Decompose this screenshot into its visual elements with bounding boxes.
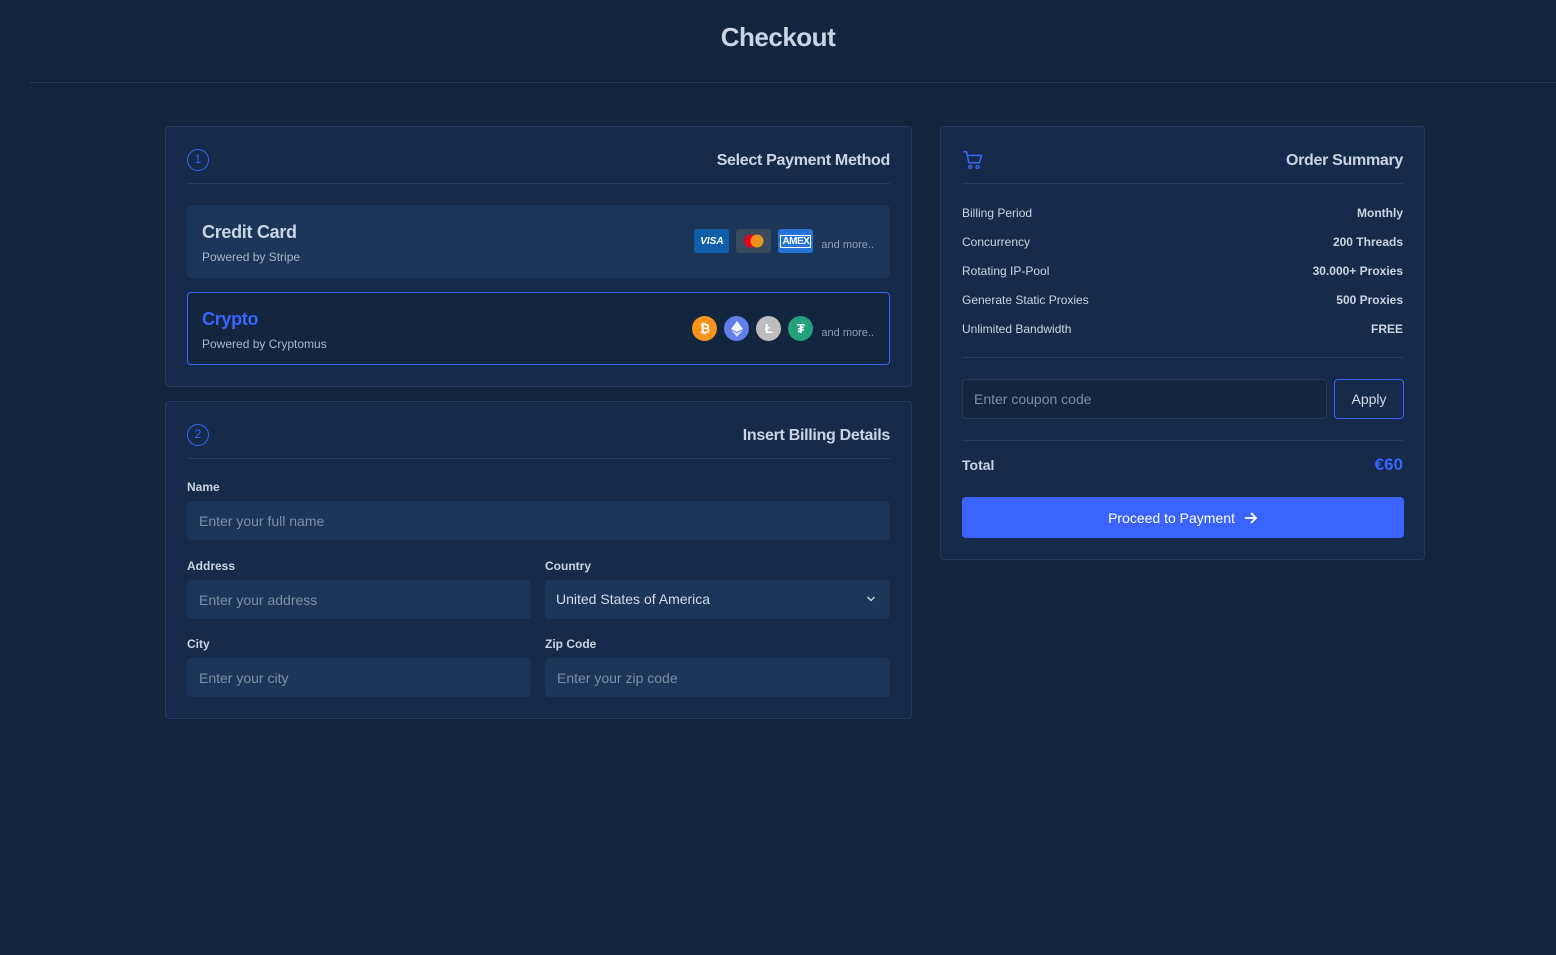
summary-value: FREE (1370, 322, 1403, 336)
zip-label: Zip Code (545, 637, 597, 651)
credit-card-title: Credit Card (202, 222, 297, 242)
credit-card-more: and more.. (821, 239, 874, 251)
proceed-to-payment-button[interactable]: Proceed to Payment (962, 497, 1404, 538)
order-summary-card: Order Summary Billing Period Monthly Con… (940, 126, 1425, 560)
summary-value: 30.000+ Proxies (1312, 264, 1403, 278)
summary-row: Unlimited Bandwidth FREE (962, 322, 1403, 338)
summary-value: Monthly (1357, 206, 1403, 220)
country-label: Country (545, 559, 591, 573)
visa-text: VISA (700, 235, 724, 247)
payment-option-crypto[interactable]: Crypto Powered by Cryptomus ₿ Ł ₮ and mo… (187, 292, 890, 365)
summary-divider (962, 440, 1403, 441)
summary-row: Rotating IP-Pool 30.000+ Proxies (962, 264, 1403, 280)
page-title: Checkout (720, 22, 836, 52)
name-input[interactable] (187, 501, 890, 540)
cart-icon (963, 150, 983, 170)
credit-card-logos: VISA AMEX and more.. (694, 229, 874, 253)
arrow-right-icon (1244, 512, 1257, 523)
payment-option-credit-card[interactable]: Credit Card Powered by Stripe VISA AMEX … (187, 205, 890, 278)
order-summary-title: Order Summary (1285, 152, 1403, 169)
summary-value: 500 Proxies (1336, 293, 1403, 307)
city-input[interactable] (187, 658, 531, 697)
step-two-icon: 2 (187, 424, 209, 446)
total-label: Total (962, 457, 995, 473)
name-label: Name (187, 480, 220, 494)
ethereum-icon (724, 316, 750, 341)
crypto-logos: ₿ Ł ₮ and more.. (692, 316, 874, 341)
address-label: Address (187, 559, 236, 573)
summary-row: Concurrency 200 Threads (962, 235, 1403, 251)
chevron-down-icon (867, 596, 875, 602)
payment-method-title: Select Payment Method (716, 152, 891, 169)
summary-key: Generate Static Proxies (962, 293, 1089, 307)
page-header: Checkout (30, 0, 1556, 83)
billing-details-header: 2 Insert Billing Details (187, 420, 890, 459)
summary-value: 200 Threads (1332, 235, 1403, 249)
city-label: City (187, 637, 210, 651)
proceed-label: Proceed to Payment (1108, 509, 1235, 526)
order-summary-header: Order Summary (962, 145, 1403, 184)
billing-details-card: 2 Insert Billing Details Name Address Co… (165, 401, 912, 719)
mastercard-icon (736, 229, 772, 253)
payment-method-header: 1 Select Payment Method (187, 145, 890, 184)
crypto-title: Crypto (202, 309, 259, 329)
amex-text: AMEX (780, 234, 812, 248)
summary-row: Billing Period Monthly (962, 206, 1403, 222)
summary-key: Billing Period (962, 206, 1033, 220)
country-select[interactable]: United States of America (545, 580, 890, 619)
summary-divider (962, 357, 1403, 358)
amex-icon: AMEX (778, 229, 814, 253)
bitcoin-icon: ₿ (692, 316, 718, 341)
total-value: €60 (1374, 455, 1403, 474)
summary-key: Concurrency (962, 235, 1031, 249)
address-input[interactable] (187, 580, 531, 619)
billing-details-title: Insert Billing Details (742, 427, 891, 444)
summary-row: Generate Static Proxies 500 Proxies (962, 293, 1403, 309)
apply-coupon-button[interactable]: Apply (1334, 379, 1404, 419)
payment-method-card: 1 Select Payment Method Credit Card Powe… (165, 126, 912, 387)
zip-input[interactable] (545, 658, 890, 697)
country-value: United States of America (556, 591, 711, 607)
summary-key: Unlimited Bandwidth (962, 322, 1072, 336)
step-one-icon: 1 (187, 149, 209, 171)
crypto-more: and more.. (821, 326, 874, 339)
summary-key: Rotating IP-Pool (962, 264, 1050, 278)
credit-card-subtitle: Powered by Stripe (202, 250, 301, 264)
litecoin-icon: Ł (756, 316, 782, 341)
coupon-input[interactable] (962, 379, 1327, 419)
tether-icon: ₮ (788, 316, 814, 341)
crypto-subtitle: Powered by Cryptomus (202, 337, 327, 351)
visa-icon: VISA (694, 229, 730, 253)
